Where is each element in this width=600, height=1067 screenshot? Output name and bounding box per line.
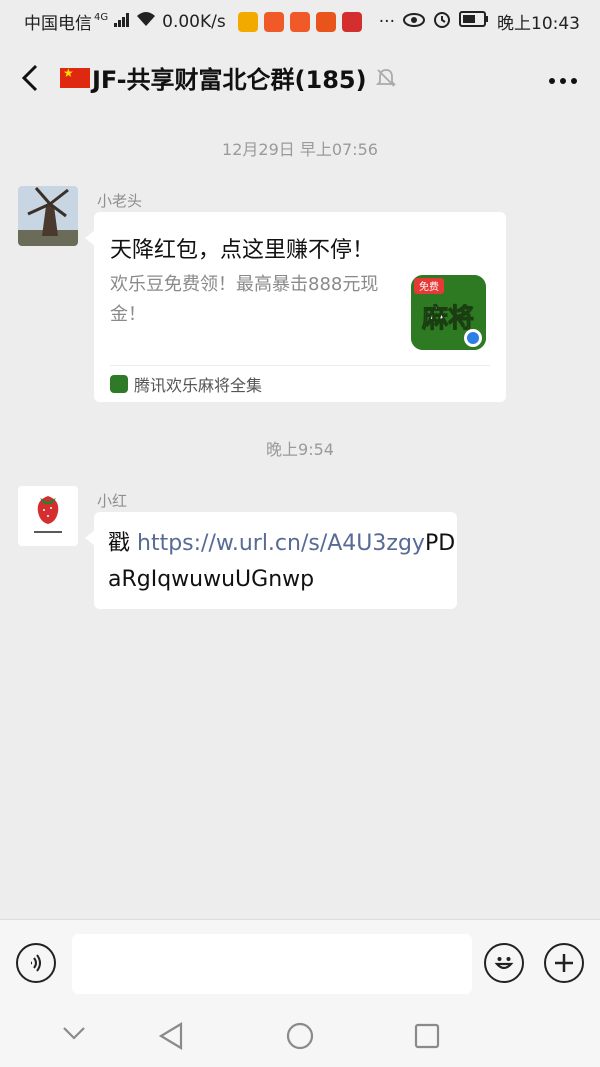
- signal-icon: [114, 12, 130, 32]
- avatar[interactable]: [18, 186, 78, 246]
- app-notification-icon: [341, 11, 362, 32]
- card-title: 天降红包，点这里赚不停！: [110, 238, 375, 263]
- app-notification-icon: [289, 11, 310, 32]
- link-card-message[interactable]: 天降红包，点这里赚不停！ 欢乐豆免费领！最高暴击888元现金！ 免费 麻将 腾讯…: [85, 212, 506, 402]
- back-triangle-icon[interactable]: [158, 1021, 184, 1055]
- app-notification-icon: [315, 11, 336, 32]
- china-flag-icon: [60, 66, 90, 88]
- app-notification-icon: [237, 11, 258, 32]
- carrier-label: 中国电信: [24, 14, 92, 34]
- avatar[interactable]: [18, 486, 78, 546]
- thumb-badge-text: 免费: [419, 280, 439, 293]
- plus-icon[interactable]: [544, 943, 584, 983]
- chat-title[interactable]: JF-共享财富北仑群(185): [60, 60, 397, 95]
- clock: 晚上10:43: [497, 14, 580, 34]
- battery-icon: [459, 11, 489, 32]
- chevron-down-icon[interactable]: [62, 1025, 86, 1045]
- emoji-icon[interactable]: [484, 943, 524, 983]
- source-name: 腾讯欢乐麻将全集: [134, 376, 263, 395]
- wifi-icon: [136, 11, 156, 32]
- sender-name: 小老头: [97, 192, 143, 210]
- sender-name: 小红: [97, 492, 128, 510]
- text-message[interactable]: 戳 https://w.url.cn/s/A4U3zgyPDaRgIqwuwuU…: [85, 512, 458, 609]
- voice-icon[interactable]: [16, 943, 56, 983]
- alarm-icon: [433, 10, 451, 33]
- overflow-dots: ···: [378, 11, 395, 32]
- network-speed: 0.00K/s: [162, 11, 226, 32]
- thumb-main-text: 麻将: [421, 304, 474, 334]
- card-source: 腾讯欢乐麻将全集: [110, 372, 262, 396]
- mahjong-app-icon: 免费 麻将: [411, 275, 486, 350]
- message-timestamp: 12月29日 早上07:56: [222, 140, 378, 159]
- chat-header: JF-共享财富北仑群(185): [0, 40, 600, 114]
- input-bar: [0, 919, 600, 1006]
- message-timestamp: 晚上9:54: [266, 440, 334, 459]
- status-bar: 中国电信 4G 0.00K/s ··· 晚上10:43: [0, 0, 600, 40]
- message-link[interactable]: https://w.url.cn/s/A4U3zgy: [137, 531, 425, 556]
- back-chevron-icon[interactable]: [18, 62, 46, 94]
- group-name: JF-共享财富北仑群(185): [92, 66, 367, 94]
- app-notification-icon: [263, 11, 284, 32]
- system-navigation-bar: [0, 1005, 600, 1067]
- eye-icon: [403, 12, 425, 32]
- message-text: 戳 https://w.url.cn/s/A4U3zgyPDaRgIqwuwuU…: [108, 526, 458, 598]
- message-prefix: 戳: [108, 531, 137, 556]
- card-description: 欢乐豆免费领！最高暴击888元现金！: [110, 274, 379, 325]
- network-type: 4G: [94, 12, 109, 23]
- message-input[interactable]: [72, 934, 472, 994]
- home-circle-icon[interactable]: [285, 1021, 315, 1055]
- more-dots-icon[interactable]: [548, 70, 578, 89]
- card-divider: [110, 365, 490, 366]
- bell-off-icon: [375, 67, 397, 89]
- recents-square-icon[interactable]: [414, 1023, 440, 1053]
- source-app-icon: [110, 375, 128, 393]
